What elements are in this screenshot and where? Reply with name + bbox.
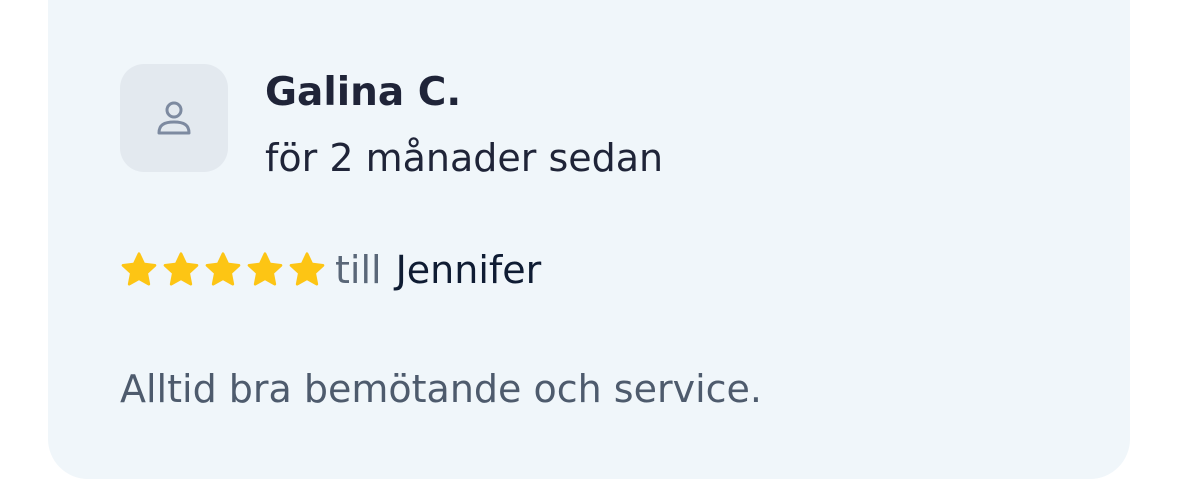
user-icon xyxy=(154,98,194,138)
star-icon xyxy=(205,252,241,286)
star-rating xyxy=(119,250,327,290)
review-time: för 2 månader sedan xyxy=(265,136,664,180)
till-label: till xyxy=(335,248,382,292)
rating-row: till Jennifer xyxy=(119,244,541,296)
star-icon xyxy=(289,252,325,286)
review-text: Alltid bra bemötande och service. xyxy=(120,367,762,411)
star-icon xyxy=(163,252,199,286)
star-icon xyxy=(247,252,283,286)
staff-name: Jennifer xyxy=(395,248,542,292)
reviewer-name: Galina C. xyxy=(265,70,462,115)
reviewer-avatar xyxy=(120,64,228,172)
star-icon xyxy=(121,252,157,286)
